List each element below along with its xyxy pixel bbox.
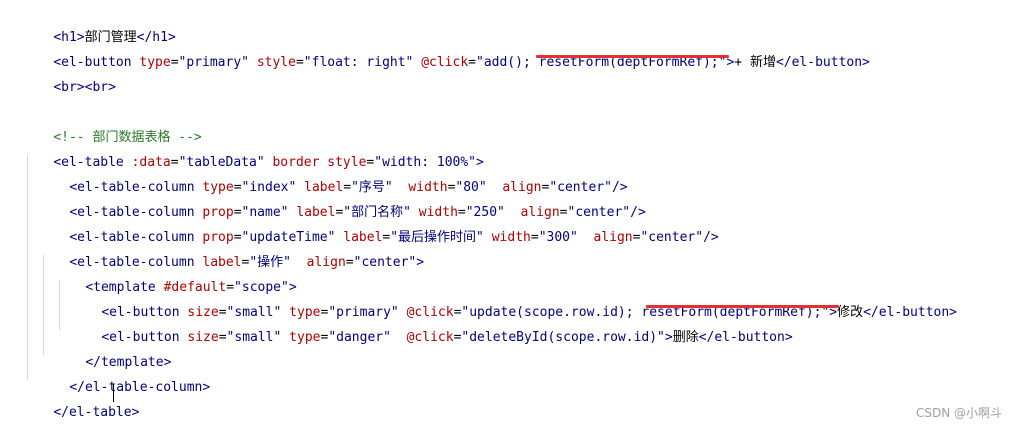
code-line-3: <br><br> — [22, 58, 116, 95]
code-token: style — [256, 55, 296, 70]
code-line-13: <el-button size="small" type="danger" @c… — [70, 308, 792, 345]
watermark: CSDN @小啊斗 — [915, 406, 1002, 420]
code-line-7: <el-table-column type="index" label="序号"… — [38, 158, 627, 195]
code-line-10: <el-table-column label="操作" align="cente… — [38, 233, 424, 270]
code-token: = — [468, 55, 476, 70]
code-token: size — [187, 330, 219, 345]
code-token: = — [530, 230, 539, 245]
code-token: </el-button> — [775, 55, 870, 70]
code-token: "small" — [226, 330, 282, 345]
code-token: align — [593, 230, 633, 245]
code-token: type — [289, 330, 321, 345]
text-cursor — [113, 384, 114, 402]
code-token: 修改 — [837, 305, 864, 320]
code-line-1: <h1>部门管理</h1> — [22, 8, 175, 45]
code-token: <br><br> — [53, 80, 116, 95]
code-token: </el-button> — [698, 330, 793, 345]
code-token: + 新增 — [734, 55, 776, 70]
code-token: width — [491, 230, 531, 245]
code-token: @click — [406, 330, 454, 345]
code-token: "float: right" — [303, 55, 414, 70]
code-token: 删除 — [672, 330, 699, 345]
code-token: "primary" — [178, 55, 249, 70]
code-token: @click — [421, 55, 469, 70]
highlight-underline — [536, 55, 729, 58]
code-token: "center" — [353, 255, 417, 270]
code-line-16: </el-table> — [22, 383, 139, 420]
highlight-underline — [646, 305, 839, 308]
code-line-14: </template> — [54, 333, 171, 370]
code-token: = — [345, 255, 354, 270]
code-token: "center" — [640, 230, 704, 245]
code-line-2: <el-button type="primary" style="float: … — [22, 33, 870, 70]
code-line-11: <template #default="scope"> — [54, 258, 296, 295]
code-line-15: </el-table-column> — [38, 358, 210, 395]
code-token: = — [295, 55, 304, 70]
code-editor[interactable]: <h1>部门管理</h1> <el-button type="primary" … — [0, 0, 1014, 431]
code-token: > — [664, 330, 673, 345]
code-token: "deleteById(scope.row.id)" — [461, 330, 665, 345]
code-token: = — [170, 55, 179, 70]
code-token: align — [306, 255, 346, 270]
code-token: /> — [703, 230, 719, 245]
code-token: = — [218, 330, 227, 345]
code-token: </el-table> — [53, 405, 140, 420]
code-token: "danger" — [328, 330, 391, 345]
code-line-6: <el-table :data="tableData" border style… — [22, 133, 484, 170]
code-line-12: <el-button size="small" type="primary" @… — [70, 283, 957, 320]
code-line-5: <!-- 部门数据表格 --> — [22, 108, 201, 145]
code-token: type — [139, 55, 171, 70]
code-line-9: <el-table-column prop="updateTime" label… — [38, 208, 718, 245]
code-line-8: <el-table-column prop="name" label="部门名称… — [38, 183, 645, 220]
code-token: > — [416, 255, 425, 270]
code-token: </el-button> — [863, 305, 958, 320]
code-token: "add(); — [476, 55, 539, 70]
code-token: "300" — [538, 230, 578, 245]
